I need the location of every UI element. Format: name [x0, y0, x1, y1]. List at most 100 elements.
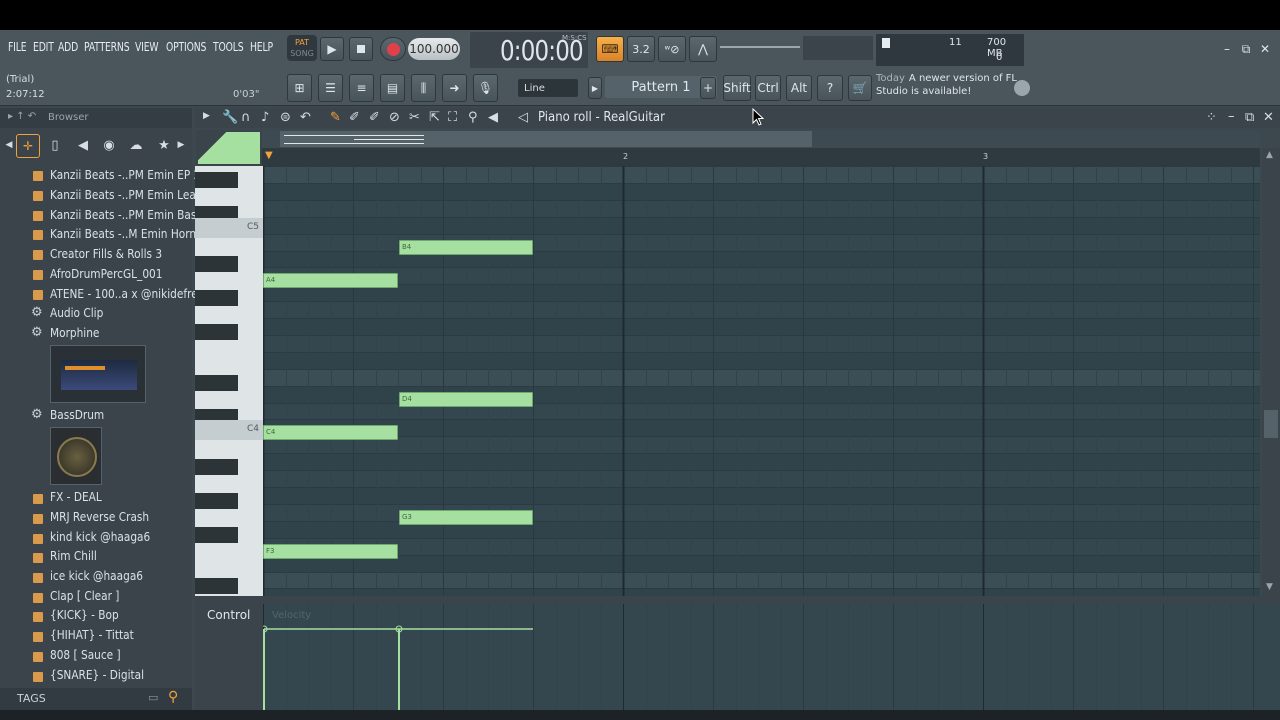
- news-panel[interactable]: Today A newer version of FL Studio is ava…: [876, 72, 1036, 102]
- browser-item[interactable]: AfroDrumPercGL_001: [50, 267, 163, 281]
- time-display[interactable]: 0:00:00 M:S:CS: [470, 32, 588, 68]
- pr-minimize-icon[interactable]: –: [1228, 109, 1235, 124]
- control-param[interactable]: Velocity: [272, 610, 311, 621]
- playhead-marker[interactable]: ▼: [265, 150, 273, 161]
- vertical-scrollbar[interactable]: ▲ ▼: [1262, 148, 1280, 596]
- browser-item[interactable]: Audio Clip: [50, 306, 103, 320]
- browser-item[interactable]: kind kick @haaga6: [50, 530, 150, 544]
- bassdrum-thumbnail[interactable]: [50, 427, 102, 485]
- black-key[interactable]: [195, 493, 238, 509]
- paint-chords-icon[interactable]: ✐: [369, 110, 380, 125]
- play-button[interactable]: ▶: [320, 37, 344, 61]
- key-c4[interactable]: C4: [195, 420, 263, 440]
- browser-nav-icons[interactable]: ▸ ↑ ↶: [8, 111, 36, 122]
- note-d4[interactable]: D4: [399, 392, 533, 407]
- note-f3[interactable]: F3: [263, 544, 398, 559]
- menu-help[interactable]: HELP: [250, 40, 273, 54]
- browser-item[interactable]: BassDrum: [50, 408, 104, 422]
- browser-item[interactable]: Kanzii Beats -..PM Emin Lead: [50, 188, 203, 202]
- note-c4[interactable]: C4: [263, 425, 398, 440]
- browser-item[interactable]: {HIHAT} - Tittat: [50, 628, 134, 642]
- browser-item[interactable]: Rim Chill: [50, 549, 97, 563]
- browser-item[interactable]: Kanzii Beats -..M Emin Horns: [50, 227, 202, 241]
- tags-bar[interactable]: TAGS ▭ ⚲: [0, 688, 192, 710]
- black-key[interactable]: [195, 578, 238, 594]
- playback-speaker-icon[interactable]: ◀: [488, 110, 498, 125]
- plugin-icon[interactable]: ◉: [102, 138, 116, 153]
- menu-options[interactable]: OPTIONS: [166, 40, 206, 54]
- mute-icon[interactable]: ✂: [409, 110, 420, 125]
- menu-edit[interactable]: EDIT: [33, 40, 54, 54]
- shift-key-button[interactable]: Shift: [723, 75, 751, 101]
- piano-roll-title[interactable]: Piano roll - RealGuitar: [538, 110, 665, 125]
- piano-roll-menu-icon[interactable]: ▶: [203, 111, 210, 121]
- playlist-button[interactable]: ⊞: [287, 74, 312, 102]
- pencil-icon[interactable]: ✎: [330, 110, 341, 125]
- browser-item[interactable]: Morphine: [50, 326, 99, 340]
- black-key[interactable]: [195, 256, 238, 272]
- file-icon[interactable]: ▯: [48, 138, 62, 153]
- scroll-up-icon[interactable]: ▲: [1266, 150, 1273, 160]
- metronome-button[interactable]: ⋀: [689, 36, 717, 62]
- folder-icon[interactable]: ▭: [148, 691, 158, 704]
- morphine-thumbnail[interactable]: [50, 345, 146, 403]
- search-icon[interactable]: ⚲: [168, 689, 178, 705]
- snap-selector[interactable]: Line: [518, 79, 578, 97]
- browser-item[interactable]: ATENE - 100..a x @nikidefre: [50, 287, 198, 301]
- step-edit-button[interactable]: 3.2: [627, 36, 655, 62]
- scroll-down-icon[interactable]: ▼: [1266, 582, 1273, 592]
- browser-scroll-left-icon[interactable]: ◀: [4, 138, 14, 152]
- menu-file[interactable]: FILE: [8, 40, 27, 54]
- note-icon[interactable]: ♪: [261, 110, 269, 125]
- mixer-button[interactable]: ⫼: [411, 74, 436, 102]
- playback-icon[interactable]: ⊜: [280, 110, 291, 125]
- magnet-icon[interactable]: ∩: [241, 110, 251, 125]
- menu-add[interactable]: ADD: [58, 40, 78, 54]
- browser-item[interactable]: Creator Fills & Rolls 3: [50, 247, 162, 261]
- wrench-icon[interactable]: 🔧: [222, 110, 238, 125]
- piano-keyboard[interactable]: C5 C4: [195, 166, 263, 596]
- cloud-icon[interactable]: ☁: [128, 138, 144, 153]
- piano-roll-timeline[interactable]: ▼ 2 3: [262, 148, 1260, 166]
- browser-item[interactable]: 808 [ Sauce ]: [50, 648, 121, 662]
- black-key[interactable]: [195, 324, 238, 340]
- note-color-indicator[interactable]: [198, 132, 260, 164]
- key-c5[interactable]: C5: [195, 218, 263, 238]
- wait-input-button[interactable]: ʷ⊘: [658, 36, 686, 62]
- slip-icon[interactable]: ⇱: [429, 110, 440, 125]
- record-audio-button[interactable]: 🎙: [473, 74, 498, 102]
- control-label[interactable]: Control: [207, 608, 250, 622]
- channel-speaker-icon[interactable]: ◁: [518, 110, 528, 125]
- browser-item[interactable]: MRJ Reverse Crash: [50, 510, 149, 524]
- menu-tools[interactable]: TOOLS: [213, 40, 244, 54]
- event-editor-splitter[interactable]: [195, 596, 1280, 604]
- menu-view[interactable]: VIEW: [135, 40, 159, 54]
- note-grid[interactable]: [263, 166, 1260, 596]
- undo-icon[interactable]: ↶: [300, 110, 311, 125]
- minimize-button[interactable]: –: [1219, 42, 1235, 56]
- black-key[interactable]: [195, 290, 238, 306]
- stop-button[interactable]: [349, 37, 373, 61]
- browser-item[interactable]: Kanzii Beats -..PM Emin EP 2: [50, 168, 200, 182]
- pattern-song-toggle[interactable]: PAT SONG: [287, 35, 317, 61]
- browser-item[interactable]: {KICK} - Bop: [50, 608, 119, 622]
- select-icon[interactable]: ⛶: [448, 110, 457, 125]
- detach-icon[interactable]: ⁘: [1206, 110, 1217, 125]
- master-volume-slider[interactable]: [720, 46, 800, 48]
- browser-item[interactable]: ice kick @haaga6: [50, 569, 143, 583]
- browser-button[interactable]: ▤: [380, 74, 405, 102]
- black-key[interactable]: [195, 459, 238, 475]
- piano-roll-button[interactable]: ≡: [349, 74, 374, 102]
- black-key[interactable]: [195, 172, 238, 188]
- shop-button[interactable]: 🛒: [848, 75, 872, 101]
- browser-scroll-right-icon[interactable]: ▶: [176, 138, 186, 152]
- menu-patterns[interactable]: PATTERNS: [84, 40, 130, 54]
- add-pattern-button[interactable]: +: [700, 77, 716, 99]
- globe-icon[interactable]: [1014, 80, 1030, 96]
- browser-item[interactable]: FX - DEAL: [50, 490, 102, 504]
- zoom-icon[interactable]: ⚲: [468, 110, 478, 125]
- horizontal-scrollbar[interactable]: [262, 130, 1260, 148]
- browser-item[interactable]: Kanzii Beats -..PM Emin Bass: [50, 208, 202, 222]
- record-button[interactable]: [380, 37, 406, 61]
- note-g3[interactable]: G3: [399, 510, 533, 525]
